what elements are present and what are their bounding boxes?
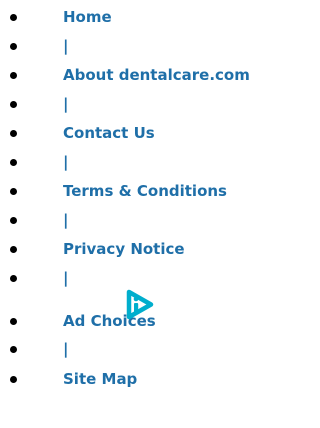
- home-link[interactable]: Home: [63, 7, 112, 27]
- bullet-icon: [10, 274, 17, 282]
- list-item: Terms & Conditions: [0, 180, 295, 202]
- list-item: |: [0, 267, 295, 289]
- bullet-icon: [10, 216, 17, 224]
- bullet-icon: [10, 42, 17, 50]
- bullet-icon: [10, 187, 17, 195]
- bullet-icon: [10, 245, 17, 253]
- list-item: Ad Choices: [0, 289, 295, 332]
- bullet-icon: [10, 158, 17, 166]
- bullet-icon: [10, 13, 17, 21]
- contact-us-link[interactable]: Contact Us: [63, 123, 155, 143]
- separator: |: [63, 269, 69, 287]
- bullet-icon: [10, 317, 17, 325]
- list-item: |: [0, 35, 295, 57]
- separator: |: [63, 153, 69, 171]
- list-item: Contact Us: [0, 122, 295, 144]
- list-item: |: [0, 151, 295, 173]
- privacy-notice-link[interactable]: Privacy Notice: [63, 239, 185, 259]
- separator: |: [63, 340, 69, 358]
- adchoices-icon[interactable]: [122, 289, 154, 323]
- list-item: |: [0, 209, 295, 231]
- list-item: Privacy Notice: [0, 238, 295, 260]
- list-item: About dentalcare.com: [0, 64, 295, 86]
- footer-links-list: Home | About dentalcare.com | Contact Us…: [0, 0, 295, 428]
- separator: |: [63, 95, 69, 113]
- bullet-icon: [10, 100, 17, 108]
- list-item: Site Map: [0, 368, 295, 390]
- terms-conditions-link[interactable]: Terms & Conditions: [63, 181, 227, 201]
- list-item: |: [0, 338, 295, 360]
- bullet-icon: [10, 345, 17, 353]
- site-map-link[interactable]: Site Map: [63, 369, 137, 389]
- list-item: |: [0, 93, 295, 115]
- about-link[interactable]: About dentalcare.com: [63, 65, 250, 85]
- list-item: Home: [0, 6, 295, 28]
- bullet-icon: [10, 71, 17, 79]
- separator: |: [63, 37, 69, 55]
- bullet-icon: [10, 129, 17, 137]
- separator: |: [63, 211, 69, 229]
- bullet-icon: [10, 375, 17, 383]
